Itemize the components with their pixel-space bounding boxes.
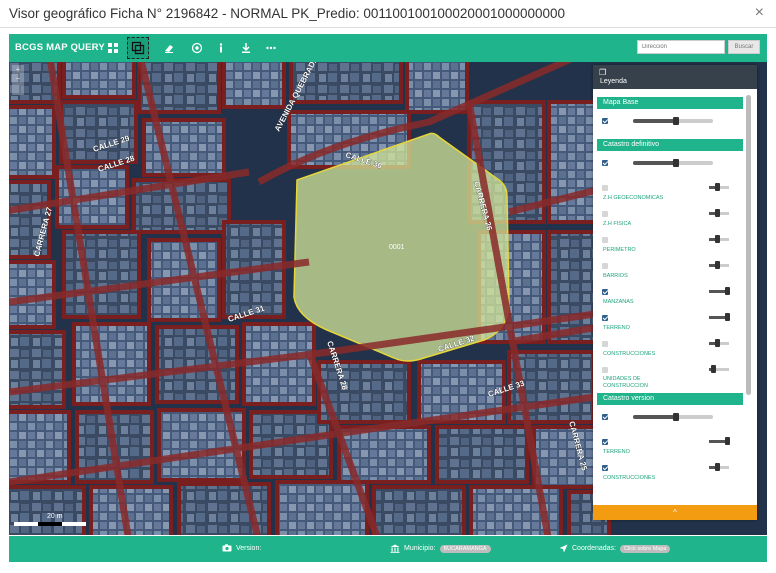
municipio-badge: BUCARAMANGA bbox=[439, 544, 491, 553]
layer-checkbox[interactable] bbox=[602, 439, 608, 445]
layer-checkbox[interactable] bbox=[602, 315, 608, 321]
camera-icon bbox=[222, 544, 232, 552]
layer-row: PERIMETRO bbox=[597, 229, 743, 255]
coordinates-info: Coordenadas: Click sobre Mapa bbox=[559, 544, 671, 553]
version-info: Version: bbox=[222, 544, 261, 552]
coordinates-label: Coordenadas: bbox=[572, 545, 616, 552]
layer-checkbox[interactable] bbox=[602, 367, 608, 373]
layer-checkbox[interactable] bbox=[602, 263, 608, 269]
legend-panel: ❐ Leyenda Mapa Base Catastro definitivo … bbox=[593, 65, 757, 520]
opacity-slider[interactable] bbox=[709, 339, 729, 347]
legend-scrollbar[interactable] bbox=[746, 95, 751, 395]
layer-label: CONSTRUCCIONES bbox=[603, 351, 656, 357]
status-bar: Version: Municipio: BUCARAMANGA Coordena… bbox=[9, 536, 767, 562]
chevron-up-icon: ^ bbox=[673, 508, 677, 517]
opacity-slider[interactable] bbox=[709, 235, 729, 243]
layer-checkbox[interactable] bbox=[602, 237, 608, 243]
scale-label: 20 m bbox=[47, 513, 63, 520]
opacity-slider[interactable] bbox=[709, 437, 730, 445]
opacity-slider[interactable] bbox=[709, 365, 729, 373]
map-toolbar: BCGS MAP QUERY Buscar bbox=[9, 34, 767, 62]
viewer-window: Visor geográfico Ficha N° 2196842 - NORM… bbox=[0, 0, 776, 573]
search-button[interactable]: Buscar bbox=[728, 40, 760, 54]
group-catastro-version: Catastro version bbox=[597, 393, 743, 405]
opacity-slider[interactable] bbox=[709, 209, 729, 217]
layer-row: Z.H FISICA bbox=[597, 203, 743, 229]
info-icon[interactable] bbox=[210, 37, 232, 59]
parcel-label: 0001 bbox=[389, 244, 405, 251]
layer-row: TERRENO bbox=[597, 307, 743, 333]
layer-label: BARRIOS bbox=[603, 273, 628, 279]
opacity-slider[interactable] bbox=[709, 261, 729, 269]
layer-row: CONSTRUCCIONES bbox=[597, 457, 743, 483]
opacity-slider[interactable] bbox=[709, 313, 730, 321]
layer-label: MANZANAS bbox=[603, 299, 634, 305]
download-icon[interactable] bbox=[235, 37, 257, 59]
copy-icon[interactable]: ❐ bbox=[599, 68, 606, 77]
group-catastro-definitivo: Catastro definitivo bbox=[597, 139, 743, 151]
layer-label: PERIMETRO bbox=[603, 247, 636, 253]
zoom-control[interactable]: + − bbox=[12, 65, 24, 95]
layer-row: CONSTRUCCIONES bbox=[597, 333, 743, 359]
layer-row bbox=[597, 405, 743, 431]
close-icon[interactable]: × bbox=[755, 4, 764, 22]
layer-checkbox[interactable] bbox=[602, 185, 608, 191]
address-search-input[interactable] bbox=[637, 40, 725, 54]
layer-row: UNIDADES DE CONSTRUCCION bbox=[597, 359, 743, 389]
layer-label: CONSTRUCCIONES bbox=[603, 475, 656, 481]
opacity-slider[interactable] bbox=[633, 159, 713, 167]
layer-label: TERRENO bbox=[603, 325, 630, 331]
grid-view-icon[interactable] bbox=[102, 37, 124, 59]
opacity-slider[interactable] bbox=[633, 413, 713, 421]
layer-row bbox=[597, 151, 743, 177]
collapse-legend-button[interactable]: ^ bbox=[593, 505, 757, 520]
legend-header: ❐ Leyenda bbox=[593, 65, 757, 89]
layer-checkbox[interactable] bbox=[602, 289, 608, 295]
opacity-slider[interactable] bbox=[709, 183, 729, 191]
layer-row: MANZANAS bbox=[597, 281, 743, 307]
scale-bar bbox=[14, 522, 86, 528]
version-label: Version: bbox=[236, 544, 262, 552]
layer-checkbox[interactable] bbox=[602, 160, 608, 166]
layer-label: Z.H FISICA bbox=[603, 221, 632, 227]
coordinates-badge[interactable]: Click sobre Mapa bbox=[619, 544, 671, 553]
opacity-slider[interactable] bbox=[709, 287, 730, 295]
location-arrow-icon bbox=[559, 544, 568, 553]
layer-label: UNIDADES DE CONSTRUCCION bbox=[603, 376, 648, 389]
layer-row: TERRENO bbox=[597, 431, 743, 457]
layer-checkbox[interactable] bbox=[602, 118, 608, 124]
bank-icon bbox=[390, 544, 400, 553]
legend-body: Mapa Base Catastro definitivo Z.H GEOECO… bbox=[597, 93, 743, 503]
layer-checkbox[interactable] bbox=[602, 211, 608, 217]
opacity-slider[interactable] bbox=[709, 463, 729, 471]
opacity-slider[interactable] bbox=[633, 117, 713, 125]
layer-row bbox=[597, 109, 743, 135]
municipio-label: Municipio: bbox=[404, 545, 436, 552]
group-mapa-base: Mapa Base bbox=[597, 97, 743, 109]
more-icon[interactable] bbox=[260, 37, 282, 59]
layer-row: Z.H GEOECONOMICAS bbox=[597, 177, 743, 203]
municipio-info: Municipio: BUCARAMANGA bbox=[390, 544, 491, 553]
eraser-icon[interactable] bbox=[158, 37, 180, 59]
layer-checkbox[interactable] bbox=[602, 414, 608, 420]
layer-label: Z.H GEOECONOMICAS bbox=[603, 195, 664, 201]
layer-checkbox[interactable] bbox=[602, 341, 608, 347]
title-bar: Visor geográfico Ficha N° 2196842 - NORM… bbox=[0, 0, 776, 28]
layer-row: BARRIOS bbox=[597, 255, 743, 281]
window-title: Visor geográfico Ficha N° 2196842 - NORM… bbox=[9, 6, 566, 21]
legend-title: Leyenda bbox=[600, 78, 627, 85]
layers-icon[interactable] bbox=[127, 37, 149, 59]
app-brand: BCGS MAP QUERY bbox=[15, 42, 105, 53]
layer-label: TERRENO bbox=[603, 449, 630, 455]
target-icon[interactable] bbox=[186, 37, 208, 59]
layer-checkbox[interactable] bbox=[602, 465, 608, 471]
